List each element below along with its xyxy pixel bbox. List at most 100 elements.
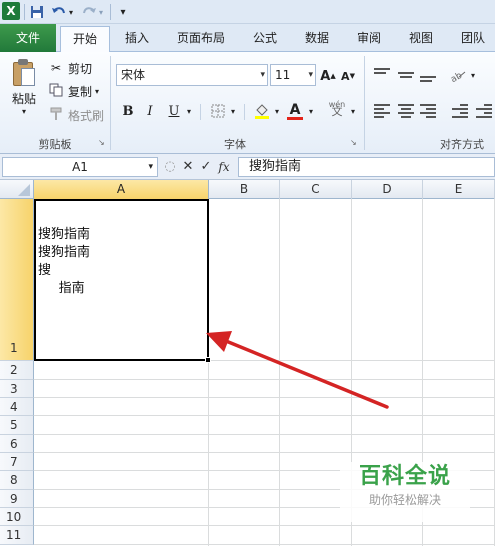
row-header[interactable]: 11: [0, 526, 34, 545]
row-header[interactable]: 3: [0, 380, 34, 398]
bold-button[interactable]: B: [120, 100, 136, 122]
undo-dropdown-icon[interactable]: ▾: [66, 3, 76, 21]
align-right-icon[interactable]: [420, 104, 436, 118]
svg-text:ab: ab: [450, 71, 464, 82]
italic-button[interactable]: I: [142, 100, 158, 122]
tab-data[interactable]: 数据: [296, 26, 338, 52]
orientation-icon[interactable]: ab: [448, 64, 468, 86]
cut-button[interactable]: ✂ 剪切: [48, 58, 92, 78]
cut-label: 剪切: [68, 61, 93, 76]
ribbon-tabs: 文件 开始 插入 页面布局 公式 数据 审阅 视图 团队: [0, 24, 495, 53]
insert-function-icon[interactable]: fx: [216, 158, 232, 176]
cancel-icon[interactable]: ✕: [180, 158, 196, 176]
row-header[interactable]: 9: [0, 490, 34, 508]
phonetic-icon[interactable]: wén 文: [326, 100, 348, 122]
row-header[interactable]: 5: [0, 416, 34, 435]
fill-handle[interactable]: [205, 357, 211, 363]
watermark-subtitle: 助你轻松解决: [368, 493, 441, 507]
underline-button[interactable]: U: [166, 100, 182, 122]
chevron-down-icon: ▾: [308, 70, 313, 80]
customize-icon[interactable]: ▾: [114, 3, 132, 21]
watermark-title: 百科全说: [358, 464, 451, 489]
chevron-down-icon[interactable]: ▾: [228, 100, 238, 122]
align-top-icon[interactable]: [374, 68, 390, 80]
font-color-swatch: [287, 116, 303, 120]
tab-insert[interactable]: 插入: [116, 26, 158, 52]
format-painter-button[interactable]: 格式刷: [48, 105, 104, 125]
increase-indent-icon[interactable]: [476, 104, 492, 118]
gridline: [34, 379, 495, 380]
gridline: [279, 199, 280, 546]
zoom-icon: ◌: [164, 159, 176, 174]
paste-icon: [11, 58, 37, 86]
align-bottom-icon[interactable]: [420, 76, 436, 88]
column-header[interactable]: C: [280, 180, 352, 199]
paste-button[interactable]: 粘贴 ▾: [6, 58, 42, 116]
row-header[interactable]: 8: [0, 471, 34, 490]
save-icon[interactable]: [28, 3, 46, 21]
redo-dropdown-icon[interactable]: ▾: [96, 3, 106, 21]
select-all-corner[interactable]: [0, 180, 34, 199]
separator: [24, 4, 25, 20]
row-header[interactable]: 1: [0, 199, 34, 361]
tab-team[interactable]: 团队: [452, 26, 494, 52]
tab-page-layout[interactable]: 页面布局: [168, 26, 234, 52]
grow-font-icon[interactable]: A ▲: [320, 65, 336, 87]
copy-button[interactable]: 复制 ▾: [48, 81, 99, 101]
row-header[interactable]: 2: [0, 361, 34, 380]
name-box[interactable]: A1 ▾: [2, 157, 158, 177]
column-headers: A B C D E: [0, 180, 495, 199]
chevron-down-icon[interactable]: ▾: [348, 100, 358, 122]
column-header[interactable]: D: [352, 180, 423, 199]
selected-cell-a1[interactable]: [34, 199, 209, 361]
row-header[interactable]: 7: [0, 453, 34, 471]
formula-input[interactable]: 搜狗指南: [238, 157, 495, 177]
brush-icon: [48, 107, 64, 124]
format-painter-label: 格式刷: [68, 108, 105, 123]
tab-review[interactable]: 审阅: [348, 26, 390, 52]
quick-access-toolbar: X ▾ ▾ ▾: [0, 0, 495, 24]
column-header[interactable]: E: [423, 180, 495, 199]
row-header[interactable]: 4: [0, 398, 34, 416]
borders-icon[interactable]: [208, 100, 228, 122]
font-size-select[interactable]: 11 ▾: [270, 64, 316, 86]
align-center-icon[interactable]: [398, 104, 414, 118]
font-color-icon[interactable]: A: [286, 100, 304, 122]
gridline: [34, 452, 495, 453]
separator: [244, 104, 245, 120]
tab-home[interactable]: 开始: [60, 26, 110, 53]
separator: [200, 104, 201, 120]
fill-color-icon[interactable]: [252, 100, 272, 122]
row-header[interactable]: 10: [0, 508, 34, 526]
align-left-icon[interactable]: [374, 104, 390, 118]
column-header[interactable]: B: [209, 180, 280, 199]
chevron-down-icon[interactable]: ▾: [272, 100, 282, 122]
shrink-font-icon[interactable]: A ▼: [340, 65, 356, 87]
chevron-down-icon[interactable]: ▾: [468, 64, 478, 86]
ribbon-home: 粘贴 ▾ ✂ 剪切 复制 ▾ 格式刷 剪贴板 ↘ 宋体 ▾ 11 ▾ A ▲ A ▼…: [0, 52, 495, 154]
align-middle-icon[interactable]: [398, 72, 414, 84]
chevron-down-icon: ▾: [21, 107, 26, 116]
formula-bar: A1 ▾ ◌ ✕ ✓ fx 搜狗指南: [0, 154, 495, 180]
chevron-down-icon: ▾: [260, 70, 265, 80]
row-header[interactable]: 6: [0, 435, 34, 453]
watermark-logo: 百科全说 助你轻松解决: [340, 462, 470, 522]
tab-file[interactable]: 文件: [0, 24, 56, 52]
dialog-launcher-icon[interactable]: ↘: [98, 138, 105, 147]
decrease-indent-icon[interactable]: [452, 104, 468, 118]
column-header[interactable]: A: [34, 180, 209, 199]
chevron-down-icon[interactable]: ▾: [184, 100, 194, 122]
tab-view[interactable]: 视图: [400, 26, 442, 52]
gridline: [34, 525, 495, 526]
copy-icon: [48, 83, 64, 100]
enter-icon[interactable]: ✓: [198, 158, 214, 176]
chevron-down-icon: ▾: [148, 162, 153, 172]
font-name-select[interactable]: 宋体 ▾: [116, 64, 268, 86]
dialog-launcher-icon[interactable]: ↘: [350, 138, 357, 147]
chevron-down-icon: ▾: [95, 86, 100, 96]
excel-logo-icon[interactable]: X: [2, 2, 20, 20]
tab-formulas[interactable]: 公式: [244, 26, 286, 52]
chevron-down-icon[interactable]: ▾: [306, 100, 316, 122]
separator: [364, 56, 365, 150]
gridline: [34, 397, 495, 398]
